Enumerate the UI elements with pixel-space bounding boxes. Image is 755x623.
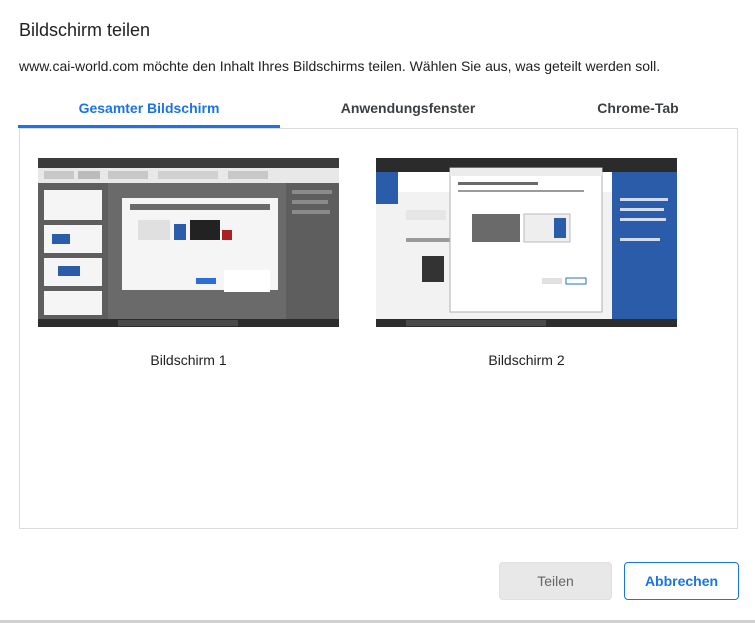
cancel-button[interactable]: Abbrechen	[624, 562, 739, 600]
tab-chrome-tab[interactable]: Chrome-Tab	[548, 100, 728, 128]
screen-2-label: Bildschirm 2	[488, 352, 565, 368]
tab-entire-screen[interactable]: Gesamter Bildschirm	[18, 100, 280, 128]
screen-2-thumbnail[interactable]	[376, 158, 677, 327]
tab-application-window[interactable]: Anwendungsfenster	[300, 100, 516, 128]
share-button[interactable]: Teilen	[499, 562, 612, 600]
dialog-title: Bildschirm teilen	[19, 20, 151, 40]
dialog-description: www.cai-world.com möchte den Inhalt Ihre…	[19, 58, 661, 74]
screen-1-label: Bildschirm 1	[150, 352, 227, 368]
screen-1-thumbnail[interactable]	[38, 158, 339, 327]
